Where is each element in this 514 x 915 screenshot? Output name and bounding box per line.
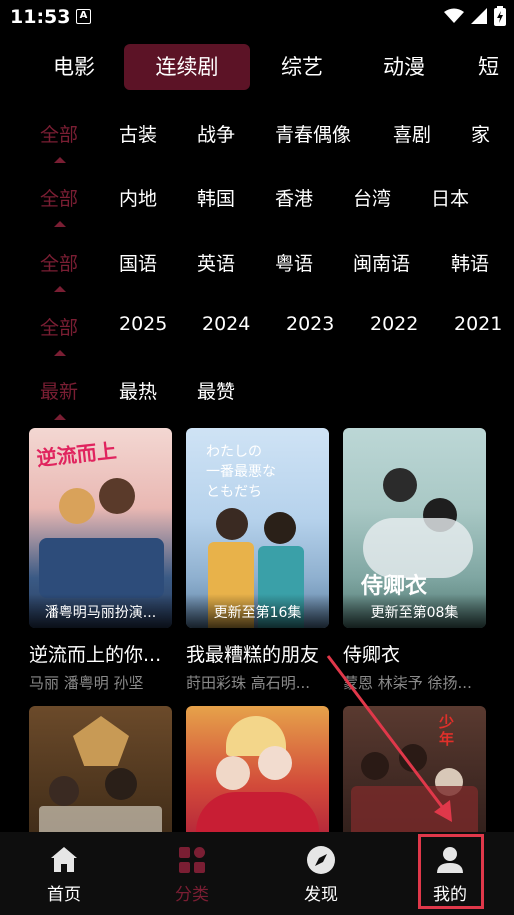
filter-row-region: 全部 内地 韩国 香港 台湾 日本 [0, 184, 514, 228]
filter-year-item[interactable]: 2023 [286, 313, 334, 335]
nav-category[interactable]: 分类 [147, 832, 237, 915]
filter-region-item[interactable]: 韩国 [197, 184, 235, 211]
nav-label: 发现 [304, 885, 338, 905]
wifi-icon [444, 8, 464, 23]
poster-figure [383, 468, 417, 502]
filter-row-language: 全部 国语 英语 粤语 闽南语 韩语 [0, 249, 514, 293]
filter-language-all[interactable]: 全部 [40, 249, 78, 276]
poster-figure [59, 488, 95, 524]
card-title: 逆流而上的你... [29, 644, 162, 666]
poster-figure [216, 508, 248, 540]
filter-language-item[interactable]: 国语 [119, 249, 157, 276]
sort-hottest[interactable]: 最热 [119, 377, 157, 404]
filter-genre-item[interactable]: 战争 [197, 120, 235, 147]
category-icon [179, 847, 205, 873]
poster-emblem [73, 716, 129, 766]
poster-caption: 潘粤明马丽扮演... [44, 605, 157, 621]
nav-label: 分类 [175, 885, 209, 905]
poster-figure [105, 768, 137, 800]
filter-region-item[interactable]: 日本 [431, 184, 469, 211]
tab-movies[interactable]: 电影 [34, 44, 114, 90]
poster-figure [216, 756, 250, 790]
battery-icon [494, 6, 506, 26]
filter-language-item[interactable]: 粤语 [275, 249, 313, 276]
notification-icon: A [76, 9, 91, 24]
nav-label: 首页 [47, 885, 81, 905]
annotation-highlight-box [418, 834, 484, 909]
poster-sofa [39, 538, 164, 598]
category-tabs: 电影 连续剧 综艺 动漫 短 [0, 44, 514, 90]
sort-newest[interactable]: 最新 [40, 377, 78, 404]
poster-figure [264, 512, 296, 544]
filter-genre-item[interactable]: 家 [471, 120, 490, 147]
filter-row-genre: 全部 古装 战争 青春偶像 喜剧 家 [0, 120, 514, 164]
tab-anime[interactable]: 动漫 [364, 44, 444, 90]
poster-logo: わたしの 一番最悪な ともだち [206, 444, 276, 500]
poster-image: わたしの 一番最悪な ともだち 更新至第16集 [186, 428, 329, 628]
system-icons [444, 6, 506, 26]
selected-caret [54, 221, 66, 227]
poster-image: 逆流而上 潘粤明马丽扮演... [29, 428, 172, 628]
filter-year-all[interactable]: 全部 [40, 313, 78, 340]
selected-caret [54, 286, 66, 292]
card-title: 我最糟糕的朋友 [186, 644, 320, 666]
filter-genre-item[interactable]: 喜剧 [393, 120, 431, 147]
filter-language-item[interactable]: 闽南语 [353, 249, 410, 276]
poster-figure [99, 478, 135, 514]
filter-genre-all[interactable]: 全部 [40, 120, 78, 147]
selected-caret [54, 414, 66, 420]
poster-logo: 少年 [439, 713, 455, 748]
filter-year-item[interactable]: 2024 [202, 313, 250, 335]
home-icon [51, 847, 77, 872]
sort-most-liked[interactable]: 最赞 [197, 377, 235, 404]
card-actors: 莳田彩珠 高石明... [186, 674, 311, 692]
filter-language-item[interactable]: 英语 [197, 249, 235, 276]
clock: 11:53 [10, 6, 71, 28]
selected-caret [54, 157, 66, 163]
poster-figure [258, 746, 292, 780]
poster-figure [361, 752, 389, 780]
status-bar: 11:53 A [0, 0, 514, 36]
selected-caret [54, 350, 66, 356]
tab-short[interactable]: 短 [478, 44, 514, 90]
nav-discover[interactable]: 发现 [276, 832, 366, 915]
poster-caption: 更新至第08集 [370, 605, 459, 621]
filter-genre-item[interactable]: 青春偶像 [275, 120, 351, 147]
card-actors: 蒙恩 林柒予 徐扬... [343, 674, 472, 692]
filter-year-item[interactable]: 2022 [370, 313, 418, 335]
signal-icon [471, 8, 487, 24]
filter-genre-item[interactable]: 古装 [119, 120, 157, 147]
compass-icon [307, 846, 335, 874]
filter-region-all[interactable]: 全部 [40, 184, 78, 211]
filter-year-item[interactable]: 2025 [119, 313, 167, 335]
poster-caption: 更新至第16集 [213, 605, 302, 621]
poster-figure [399, 744, 427, 772]
nav-home[interactable]: 首页 [19, 832, 109, 915]
card-actors: 马丽 潘粤明 孙坚 [29, 674, 144, 692]
poster-image: 侍卿衣 更新至第08集 [343, 428, 486, 628]
filter-row-year: 全部 2025 2024 2023 2022 2021 [0, 313, 514, 357]
tab-variety[interactable]: 综艺 [262, 44, 342, 90]
poster-figure [49, 776, 79, 806]
poster-logo: 逆流而上 [35, 438, 118, 471]
filter-language-item[interactable]: 韩语 [451, 249, 489, 276]
filter-region-item[interactable]: 台湾 [353, 184, 391, 211]
filter-year-item[interactable]: 2021 [454, 313, 502, 335]
card-title: 侍卿衣 [343, 644, 401, 666]
tab-series[interactable]: 连续剧 [124, 44, 250, 90]
filter-row-sort: 最新 最热 最赞 [0, 377, 514, 421]
filter-region-item[interactable]: 内地 [119, 184, 157, 211]
filter-region-item[interactable]: 香港 [275, 184, 313, 211]
